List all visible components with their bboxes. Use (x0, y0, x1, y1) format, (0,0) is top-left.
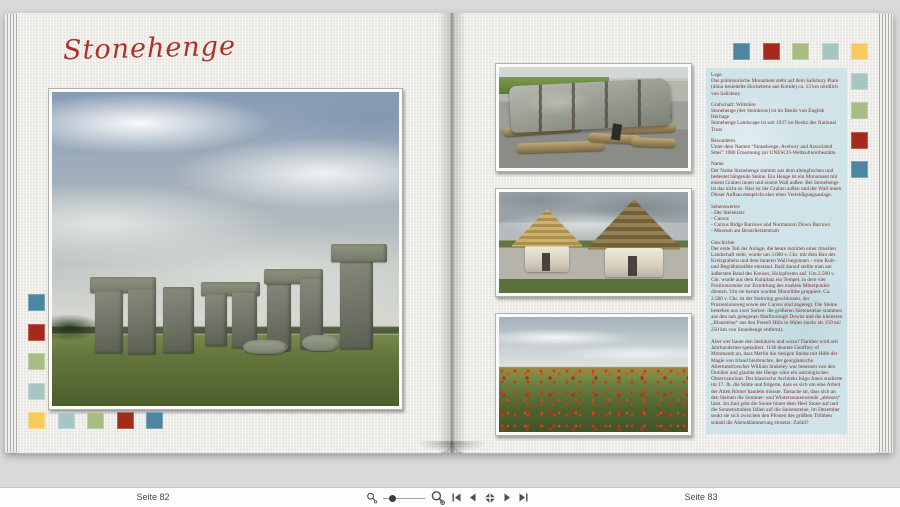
stonehenge-stone-circle-photo[interactable] (48, 88, 403, 410)
log-shape (631, 136, 677, 148)
accent-square-light_blue (57, 412, 75, 429)
info-section: Lage Das prähistorische Monument steht au… (711, 72, 843, 97)
neolithic-huts-photo[interactable] (495, 188, 692, 297)
info-text-panel[interactable]: Lage Das prähistorische Monument steht au… (706, 68, 847, 434)
fallen-stone-shape (242, 340, 288, 355)
accent-square-green (851, 102, 868, 119)
accent-square-yellow (851, 43, 868, 60)
stone-shape (95, 289, 124, 353)
info-section: Besonderes Unter dem Namen “Stonehenge, A… (711, 138, 843, 157)
zoom-out-icon[interactable] (366, 492, 378, 504)
info-section-body: - Der Steinkreis - Cursus - Cursus Ridge… (711, 209, 831, 235)
hut-door-shape (627, 255, 637, 276)
poppy-photo-canvas (499, 317, 688, 432)
first-page-icon[interactable] (451, 492, 462, 503)
stone-lintel-shape (331, 244, 387, 262)
accent-square-yellow (28, 412, 45, 429)
accent-square-teal (146, 412, 163, 429)
info-section: Grafschaft: Wiltshire Stonehenge (der Ste… (711, 102, 843, 133)
zoom-in-icon[interactable] (430, 490, 446, 506)
hut-roof-shape (587, 199, 681, 250)
accent-square-red (851, 131, 868, 149)
accent-square-green (28, 353, 45, 370)
accent-strip-right-vertical (851, 43, 868, 178)
accent-square-teal (28, 294, 45, 311)
fallen-stone-shape (301, 335, 340, 352)
left-page: Stonehenge (17, 13, 452, 454)
accent-square-red (762, 43, 780, 60)
info-section-body: Das prähistorische Monument steht auf de… (711, 78, 839, 97)
last-page-icon[interactable] (518, 492, 529, 503)
poppy-dots (499, 367, 688, 432)
hut-roof-shape (512, 209, 583, 247)
accent-strip-right-top (733, 43, 868, 60)
sledge-photo-canvas (499, 67, 688, 168)
info-section: Name Der Name Stonehenge stammt aus dem a… (711, 161, 843, 198)
info-section: Sehenswertes - Der Steinkreis - Cursus - … (711, 204, 843, 235)
accent-square-teal (851, 161, 868, 178)
huts-photo-canvas (499, 192, 688, 293)
info-section-body: Stonehenge (der Steinkreis) ist im Besit… (711, 108, 837, 133)
stonehenge-photo-canvas (52, 92, 399, 406)
right-page-number-label: Seite 83 (684, 492, 718, 502)
stone-shape (204, 292, 228, 347)
accent-square-light_blue (821, 43, 839, 60)
info-section-body: Unter dem Namen “Stonehenge, Avebury and… (711, 144, 837, 157)
poppy-field-photo[interactable] (495, 313, 692, 436)
accent-square-green (87, 412, 104, 429)
info-section-body: Der erste Teil der Anlage, die heute inm… (711, 245, 843, 426)
stone-shape (163, 286, 195, 353)
accent-strip-left-bottom (28, 412, 163, 429)
accent-square-light_blue (851, 72, 868, 90)
viewer-controls (366, 488, 529, 507)
left-page-number-label: Seite 82 (136, 492, 170, 502)
accent-strip-left-vertical (28, 294, 45, 429)
bottom-toolbar: Seite 82 Seite 83 (0, 487, 900, 507)
accent-square-teal (733, 43, 750, 60)
fit-page-icon[interactable] (483, 491, 497, 505)
sarsen-stone-sledge-photo[interactable] (495, 63, 692, 172)
photobook-spread: Stonehenge Lage Das prähistorische Monum… (5, 13, 893, 463)
next-page-icon[interactable] (502, 492, 513, 503)
info-section: Geschichte Der erste Teil der Anlage, die… (711, 240, 843, 426)
previous-page-icon[interactable] (467, 492, 478, 503)
megalith-shape (509, 77, 673, 134)
accent-square-light_blue (28, 382, 45, 400)
log-shape (515, 140, 605, 154)
accent-square-red (116, 412, 134, 429)
page-stack-right-edge (877, 14, 893, 452)
hut-door-shape (542, 252, 551, 271)
right-page: Lage Das prähistorische Monument steht au… (452, 13, 877, 454)
accent-square-red (28, 323, 45, 341)
page-title: Stonehenge (62, 30, 237, 67)
stone-shape (128, 288, 157, 355)
accent-square-green (792, 43, 809, 60)
zoom-slider[interactable] (383, 493, 425, 503)
info-section-body: Der Name Stonehenge stammt aus dem alten… (711, 167, 843, 199)
stone-shape (340, 255, 373, 350)
page-stack-left-edge (5, 14, 17, 452)
zoom-slider-handle[interactable] (389, 494, 396, 502)
